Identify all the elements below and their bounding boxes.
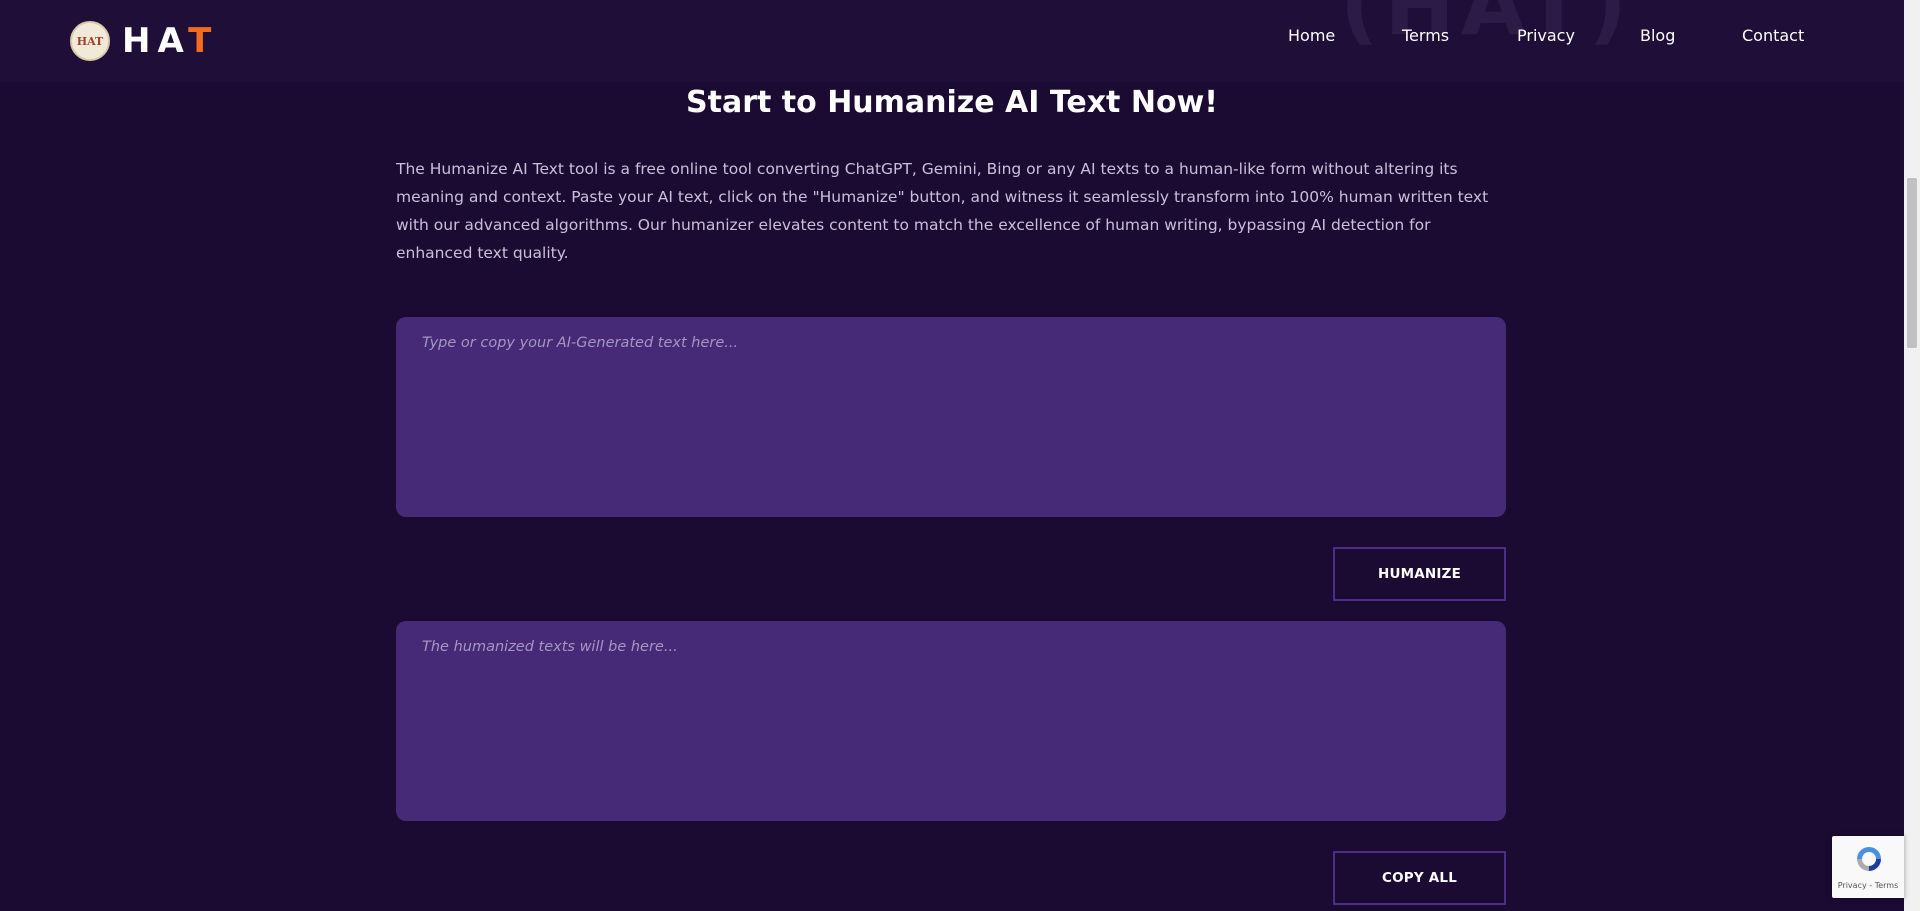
logo-wordmark-main: HA [122, 21, 189, 61]
scrollbar-thumb[interactable] [1907, 178, 1917, 348]
logo-wordmark: HAT [122, 21, 218, 61]
ai-text-input[interactable] [422, 335, 1480, 499]
nav-privacy[interactable]: Privacy [1517, 24, 1575, 48]
output-box [396, 621, 1506, 821]
humanize-button[interactable]: HUMANIZE [1333, 547, 1506, 601]
nav-terms[interactable]: Terms [1402, 24, 1449, 48]
header-watermark: (HAT) [1340, 0, 1633, 54]
page: (HAT) HAT HAT Home Terms Privacy Blog Co… [0, 0, 1920, 911]
logo-wordmark-accent: T [188, 21, 219, 61]
tool-description: The Humanize AI Text tool is a free onli… [396, 160, 1489, 262]
recaptcha-privacy-link[interactable]: Privacy [1838, 881, 1867, 890]
site-header: (HAT) HAT HAT Home Terms Privacy Blog Co… [0, 0, 1904, 82]
page-title: Start to Humanize AI Text Now! [686, 85, 1218, 120]
humanized-text-output[interactable] [422, 639, 1480, 803]
recaptcha-links: Privacy - Terms [1832, 881, 1904, 890]
recaptcha-separator: - [1866, 881, 1875, 890]
nav-contact[interactable]: Contact [1742, 24, 1804, 48]
recaptcha-badge[interactable]: Privacy - Terms [1832, 836, 1904, 898]
input-box [396, 317, 1506, 517]
page-scrollbar[interactable] [1904, 0, 1920, 911]
logo-badge-text: HAT [76, 34, 104, 48]
nav-blog[interactable]: Blog [1640, 24, 1675, 48]
logo-badge-icon: HAT [70, 21, 110, 61]
recaptcha-icon [1857, 847, 1881, 871]
site-logo[interactable]: HAT HAT [70, 21, 218, 61]
recaptcha-terms-link[interactable]: Terms [1875, 881, 1899, 890]
copy-all-button[interactable]: COPY ALL [1333, 851, 1506, 905]
nav-home[interactable]: Home [1288, 24, 1335, 48]
